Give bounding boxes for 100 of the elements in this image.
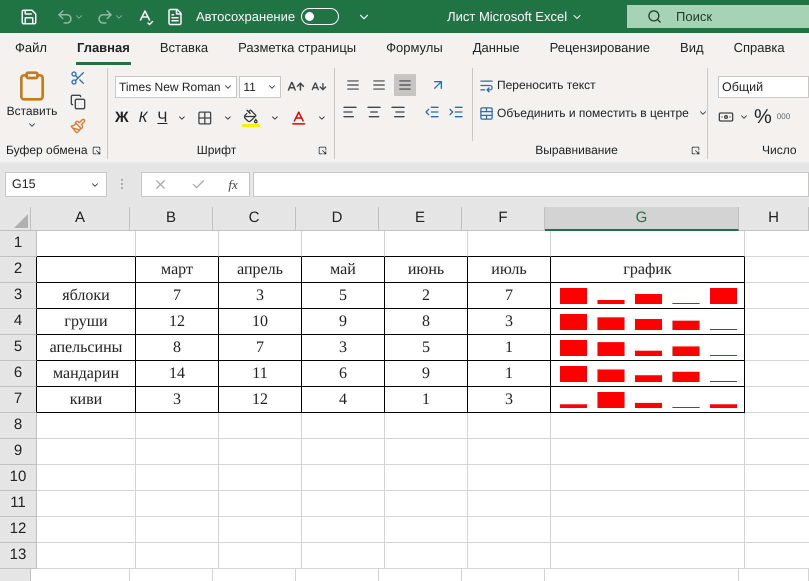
row-heading[interactable]: 12 (0, 517, 37, 543)
cut-icon[interactable] (70, 70, 86, 86)
column-heading[interactable]: B (130, 207, 213, 231)
sheet-cell[interactable] (551, 283, 745, 309)
sheet-cell[interactable]: 7 (136, 283, 219, 309)
sheet-cell[interactable]: апрель (219, 257, 302, 283)
row-heading[interactable]: 6 (0, 361, 37, 387)
column-heading[interactable]: H (739, 207, 809, 231)
fill-color-icon[interactable] (242, 109, 260, 128)
sheet-cell[interactable]: 1 (468, 361, 551, 387)
align-center-icon[interactable] (366, 104, 382, 120)
underline-button[interactable]: Ч (157, 107, 168, 130)
menu-tab[interactable]: Вставка (158, 33, 210, 65)
sheet-cell[interactable]: июнь (385, 257, 468, 283)
row-heading[interactable]: 3 (0, 283, 37, 309)
row-heading[interactable] (0, 569, 31, 581)
sheet-cell[interactable]: 2 (385, 283, 468, 309)
font-color-icon[interactable] (290, 109, 308, 128)
sheet-cell[interactable]: апельсины (37, 335, 136, 361)
column-heading[interactable]: G (545, 207, 739, 231)
sheet-cell[interactable]: мандарин (37, 361, 136, 387)
menu-tab[interactable]: Файл (14, 33, 48, 65)
sheet-cell[interactable]: 1 (468, 335, 551, 361)
sheet-cell[interactable]: 1 (385, 387, 468, 413)
format-painter-icon[interactable] (70, 118, 86, 134)
menu-tab[interactable]: Справка (732, 33, 786, 65)
column-heading[interactable]: D (296, 207, 379, 231)
number-format-field[interactable]: Общий (718, 76, 809, 98)
row-heading[interactable]: 2 (0, 257, 37, 283)
wrap-text-button[interactable]: Переносить текст (479, 76, 708, 94)
align-right-icon[interactable] (390, 104, 406, 120)
autosave-toggle[interactable] (301, 8, 340, 25)
document-title[interactable]: Лист Microsoft Excel (447, 6, 568, 26)
sheet-cell[interactable]: 7 (468, 283, 551, 309)
sheet-cell[interactable] (551, 361, 745, 387)
formula-input-field[interactable] (253, 172, 809, 197)
vertical-align-button[interactable] (394, 74, 416, 96)
sheet-cell[interactable] (551, 309, 745, 335)
sheet-cell[interactable]: груши (37, 309, 136, 335)
font-size-field[interactable]: 11 (239, 76, 282, 98)
sheet-cell[interactable]: 3 (302, 335, 385, 361)
merge-center-button[interactable]: Объединить и поместить в центре (479, 104, 708, 122)
sheet-cell[interactable]: март (136, 257, 219, 283)
menu-tab[interactable]: Вид (679, 33, 705, 65)
sheet-cell[interactable]: 14 (136, 361, 219, 387)
sheet-cell[interactable]: киви (37, 387, 136, 413)
document-icon[interactable] (166, 8, 184, 26)
thousands-button[interactable]: 000 (776, 111, 790, 123)
sheet-cell[interactable]: 8 (136, 335, 219, 361)
font-name-field[interactable]: Times New Roman (115, 76, 238, 98)
sheet-cell[interactable]: график (551, 257, 745, 283)
name-box[interactable]: G15 (5, 172, 107, 197)
menu-tab[interactable]: Формулы (385, 33, 444, 65)
indent-decrease-icon[interactable] (424, 104, 440, 120)
sheet-cell[interactable] (37, 257, 136, 283)
save-icon[interactable] (20, 8, 38, 26)
paste-button[interactable]: Вставить (6, 68, 58, 141)
sheet-cell[interactable]: 3 (219, 283, 302, 309)
menu-tab[interactable]: Разметка страницы (237, 33, 358, 65)
copy-icon[interactable] (70, 94, 86, 110)
sheet-cell[interactable]: июль (468, 257, 551, 283)
row-heading[interactable]: 5 (0, 335, 37, 361)
sheet-cell[interactable]: 3 (136, 387, 219, 413)
row-heading[interactable]: 10 (0, 465, 37, 491)
sheet-cell[interactable] (551, 387, 745, 413)
sheet-cell[interactable]: 11 (219, 361, 302, 387)
column-heading[interactable]: E (379, 207, 462, 231)
dialog-launcher-icon[interactable] (690, 146, 700, 154)
dialog-launcher-icon[interactable] (318, 146, 327, 154)
borders-icon[interactable] (197, 110, 213, 126)
row-heading[interactable]: 1 (0, 231, 37, 257)
dialog-launcher-icon[interactable] (92, 146, 101, 154)
sheet-cell[interactable]: яблоки (37, 283, 136, 309)
row-heading[interactable]: 7 (0, 387, 37, 413)
sheet-cell[interactable]: 9 (385, 361, 468, 387)
italic-button[interactable]: К (138, 107, 148, 130)
row-heading[interactable]: 13 (0, 543, 37, 569)
sheet-cell[interactable]: 7 (219, 335, 302, 361)
row-heading[interactable]: 11 (0, 491, 37, 517)
menu-tab[interactable]: Рецензирование (548, 33, 652, 65)
sheet-cell[interactable]: май (302, 257, 385, 283)
row-heading[interactable]: 9 (0, 439, 37, 465)
menu-tab[interactable]: Данные (472, 33, 521, 65)
search-field[interactable]: Поиск (627, 5, 809, 28)
bold-button[interactable]: Ж (115, 107, 129, 130)
sheet-cell[interactable]: 5 (302, 283, 385, 309)
insert-function-button[interactable]: fx (228, 174, 238, 194)
sheet-cell[interactable]: 6 (302, 361, 385, 387)
sheet-cell[interactable] (551, 335, 745, 361)
sheet-cell[interactable]: 12 (219, 387, 302, 413)
sheet-cell[interactable]: 9 (302, 309, 385, 335)
sheet-cell[interactable]: 8 (385, 309, 468, 335)
indent-increase-icon[interactable] (448, 104, 464, 120)
percent-button[interactable]: % (754, 107, 772, 127)
column-heading[interactable]: A (31, 207, 130, 231)
sheet-cell[interactable]: 3 (468, 387, 551, 413)
align-left-icon[interactable] (342, 104, 358, 120)
sheet-cell[interactable]: 4 (302, 387, 385, 413)
sheet-cell[interactable]: 5 (385, 335, 468, 361)
column-heading[interactable]: C (213, 207, 296, 231)
